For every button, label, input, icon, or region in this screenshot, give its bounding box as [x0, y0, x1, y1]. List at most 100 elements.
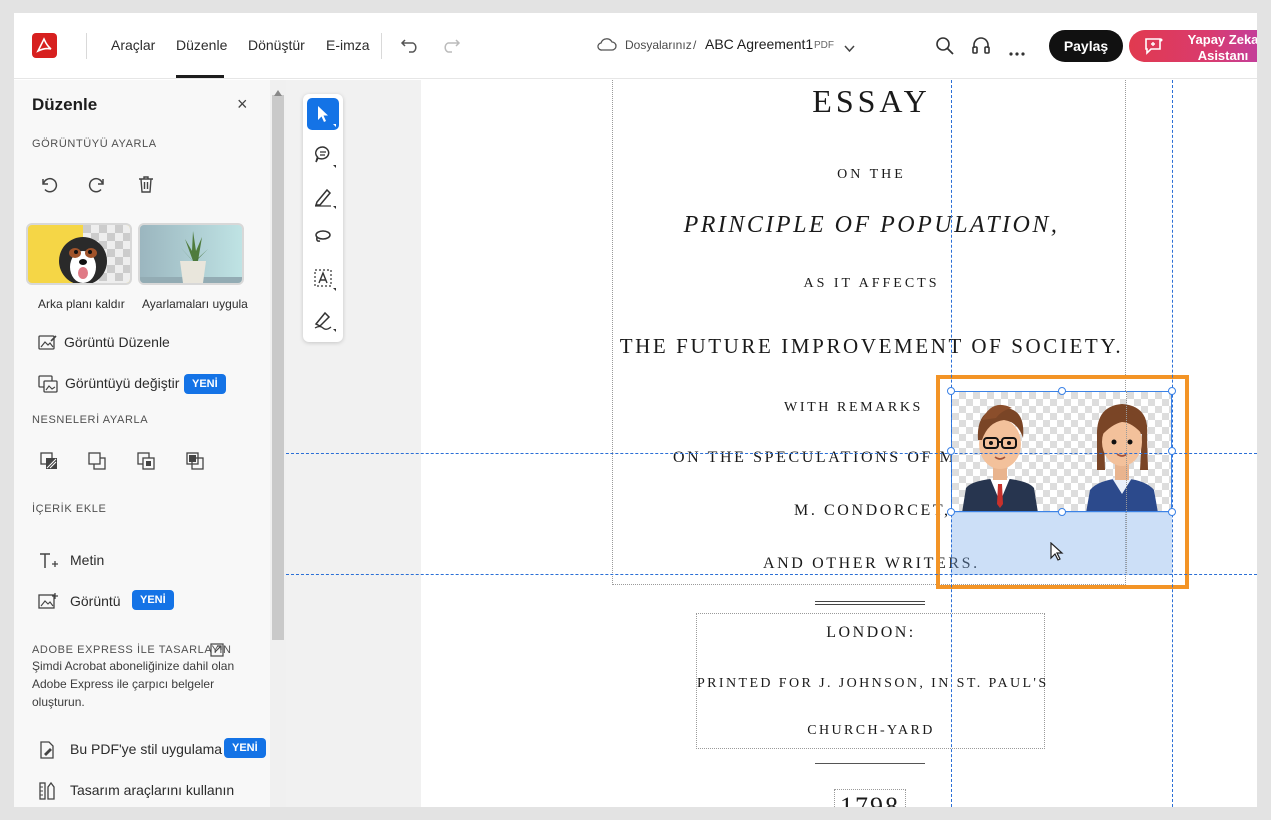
doc-line-churchyard: CHURCH-YARD — [807, 723, 935, 738]
acrobat-logo-icon[interactable] — [32, 33, 57, 58]
remove-background-thumbnail[interactable] — [26, 223, 132, 285]
send-backward-icon[interactable] — [136, 451, 156, 476]
resize-handle-bottom[interactable] — [1058, 508, 1066, 516]
new-badge: YENİ — [184, 374, 226, 394]
doc-line-principle: PRINCIPLE OF POPULATION, — [683, 212, 1060, 238]
rotate-left-icon[interactable] — [39, 175, 59, 200]
style-brush-icon — [38, 740, 60, 765]
alignment-guide-horizontal — [286, 574, 1257, 575]
alignment-guide-vertical — [951, 80, 952, 807]
divider — [86, 33, 87, 59]
scroll-up-icon[interactable] — [274, 83, 282, 101]
bring-forward-icon[interactable] — [87, 451, 107, 476]
highlight-pen-tool[interactable] — [307, 180, 339, 212]
rotate-right-icon[interactable] — [87, 175, 107, 200]
close-icon[interactable]: × — [237, 94, 248, 115]
image-edit-icon — [38, 333, 58, 358]
section-arrange-objects: NESNELERİ AYARLA — [32, 414, 149, 426]
trash-icon[interactable] — [136, 174, 156, 199]
doc-line-on-the: ON THE — [837, 167, 906, 182]
document-title[interactable]: ABC Agreement1 — [705, 36, 813, 52]
apply-adjustments-thumbnail[interactable] — [138, 223, 244, 285]
resize-handle-bottom-left[interactable] — [947, 508, 955, 516]
add-text-icon — [38, 551, 60, 576]
bring-to-front-icon[interactable] — [39, 451, 59, 476]
section-adjust-image: GÖRÜNTÜYÜ AYARLA — [32, 138, 157, 150]
doc-line-london: LONDON: — [826, 624, 916, 641]
file-type-label: PDF — [814, 40, 834, 51]
resize-handle-top[interactable] — [1058, 387, 1066, 395]
text-block-edge — [1126, 391, 1127, 575]
doc-line-speculations: ON THE SPECULATIONS OF M — [673, 449, 957, 466]
section-add-content: İÇERİK EKLE — [32, 503, 107, 515]
doc-line-printed: PRINTED FOR J. JOHNSON, IN ST. PAUL'S — [697, 676, 1049, 691]
share-button[interactable]: Paylaş — [1049, 30, 1123, 62]
add-image-button[interactable]: Görüntü YENİ — [38, 590, 198, 614]
single-rule — [815, 763, 925, 764]
more-icon[interactable] — [1009, 43, 1025, 61]
menu-convert[interactable]: Dönüştür — [248, 37, 305, 53]
ai-chat-icon — [1143, 36, 1165, 61]
doc-line-year: 1798 — [840, 792, 900, 807]
doc-line-condorcet: M. CONDORCET, — [794, 502, 951, 519]
undo-icon[interactable] — [400, 37, 420, 58]
menu-tools[interactable]: Araçlar — [111, 37, 155, 53]
panel-scroll-thumb[interactable] — [272, 95, 284, 640]
menu-esign[interactable]: E-imza — [326, 37, 370, 53]
new-badge: YENİ — [224, 738, 266, 758]
resize-handle-bottom-right[interactable] — [1168, 508, 1176, 516]
resize-handle-top-left[interactable] — [947, 387, 955, 395]
top-toolbar: Araçlar Düzenle Dönüştür E-imza Dosyalar… — [14, 13, 1257, 79]
alignment-guide-vertical — [1172, 80, 1173, 807]
active-menu-indicator — [176, 75, 224, 78]
app-window: Araçlar Düzenle Dönüştür E-imza Dosyalar… — [14, 13, 1257, 807]
add-image-icon — [38, 592, 60, 617]
quick-tools-bar — [303, 94, 343, 342]
edit-image-label: Görüntü Düzenle — [64, 334, 170, 350]
redo-icon[interactable] — [441, 37, 461, 58]
add-text-label: Metin — [70, 552, 105, 568]
alignment-guide-horizontal — [286, 453, 1257, 454]
replace-image-label: Görüntüyü değiştir — [65, 375, 180, 391]
resize-handle-right[interactable] — [1168, 447, 1176, 455]
comment-tool[interactable] — [307, 139, 339, 171]
resize-handle-left[interactable] — [947, 447, 955, 455]
panel-title: Düzenle — [32, 95, 98, 114]
search-icon[interactable] — [935, 36, 954, 60]
replace-image-button[interactable]: Görüntüyü değiştir YENİ — [38, 372, 248, 396]
edit-panel: Düzenle × GÖRÜNTÜYÜ AYARLA Arka planı ka… — [14, 80, 270, 807]
add-text-button[interactable]: Metin — [38, 549, 158, 573]
add-image-label: Görüntü — [70, 593, 121, 609]
send-to-back-icon[interactable] — [185, 451, 205, 476]
chevron-down-icon[interactable] — [844, 40, 855, 58]
doc-line-affects: AS IT AFFECTS — [803, 276, 940, 291]
adobe-express-description: Şimdi Acrobat aboneliğinize dahil olan A… — [32, 659, 235, 709]
remove-background-label: Arka planı kaldır — [38, 297, 125, 311]
doc-line-future: THE FUTURE IMPROVEMENT OF SOCIETY. — [619, 334, 1124, 358]
breadcrumb-separator: / — [693, 38, 697, 52]
apply-style-button[interactable]: Bu PDF'ye stil uygulama YENİ — [38, 738, 270, 762]
breadcrumb-root[interactable]: Dosyalarınız — [625, 38, 692, 52]
menu-edit[interactable]: Düzenle — [176, 37, 227, 53]
selected-image[interactable] — [951, 391, 1172, 512]
new-badge: YENİ — [132, 590, 174, 610]
design-tools-icon — [38, 781, 60, 806]
select-tool[interactable] — [307, 98, 339, 130]
image-replace-icon — [38, 374, 58, 399]
apply-style-label: Bu PDF'ye stil uygulama — [70, 741, 223, 757]
sign-pen-tool[interactable] — [307, 303, 339, 335]
design-tools-label: Tasarım araçlarını kullanın — [70, 782, 235, 798]
doc-line-essay: ESSAY — [812, 83, 931, 119]
edit-image-button[interactable]: Görüntü Düzenle — [38, 331, 238, 355]
cloud-icon — [597, 37, 617, 56]
lasso-tool[interactable] — [307, 221, 339, 253]
section-adobe-express: ADOBE EXPRESS İLE TASARLAYIN — [32, 644, 232, 656]
headset-icon[interactable] — [971, 36, 991, 60]
ai-assistant-button[interactable]: Yapay Zeka Asistanı — [1129, 30, 1257, 63]
resize-handle-top-right[interactable] — [1168, 387, 1176, 395]
text-box-tool[interactable] — [307, 262, 339, 294]
divider — [381, 33, 382, 59]
design-tools-button[interactable]: Tasarım araçlarını kullanın — [38, 779, 238, 803]
mouse-cursor-icon — [1050, 541, 1064, 567]
apply-adjustments-label: Ayarlamaları uygula — [142, 297, 248, 311]
